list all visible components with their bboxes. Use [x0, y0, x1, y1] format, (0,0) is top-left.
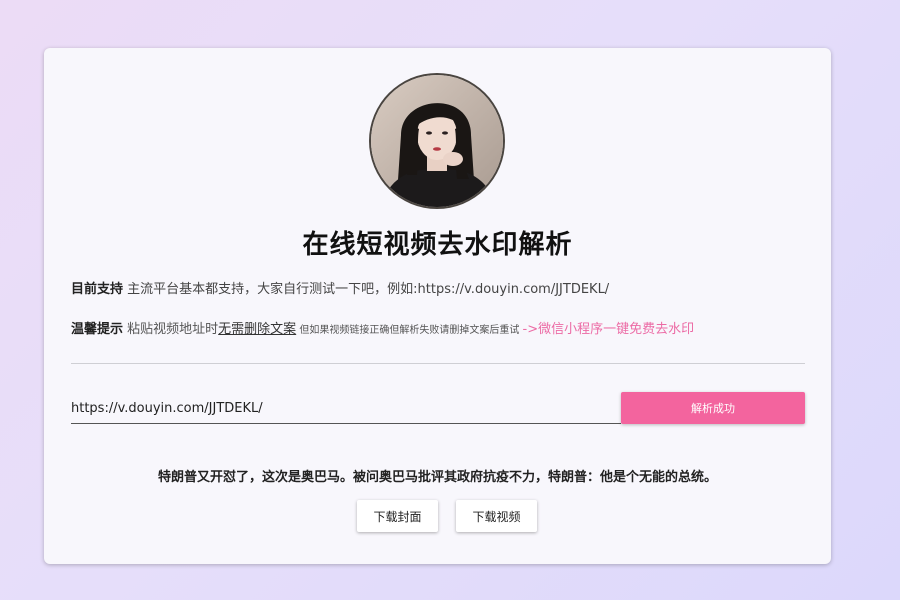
- download-video-button[interactable]: 下载视频: [456, 500, 537, 532]
- tip-small-text: 但如果视频链接正确但解析失败请删掉文案后重试: [296, 325, 523, 336]
- tip-text: 粘贴视频地址时: [123, 322, 219, 337]
- video-title: 特朗普又开怼了，这次是奥巴马。被问奥巴马批评其政府抗疫不力，特朗普：他是个无能的…: [157, 470, 717, 485]
- avatar: [371, 75, 503, 207]
- divider: [71, 363, 805, 364]
- tip-underline-text: 无需删除文案: [218, 322, 297, 337]
- miniprogram-link[interactable]: ->微信小程序一键免费去水印: [523, 322, 695, 337]
- main-card: 在线短视频去水印解析 目前支持 主流平台基本都支持，大家自行测试一下吧，例如:h…: [44, 48, 831, 564]
- support-info: 目前支持 主流平台基本都支持，大家自行测试一下吧，例如:https://v.do…: [71, 278, 811, 297]
- support-label: 目前支持: [71, 282, 124, 297]
- url-input[interactable]: [71, 393, 621, 424]
- support-text: 主流平台基本都支持，大家自行测试一下吧，例如:https://v.douyin.…: [123, 282, 610, 297]
- tip-label: 温馨提示: [71, 322, 124, 337]
- tip-info: 温馨提示 粘贴视频地址时无需删除文案 但如果视频链接正确但解析失败请删掉文案后重…: [71, 318, 811, 337]
- download-cover-button[interactable]: 下载封面: [357, 500, 438, 532]
- parse-button[interactable]: 解析成功: [621, 392, 805, 424]
- page-title: 在线短视频去水印解析: [302, 230, 573, 260]
- avatar-image: [371, 75, 503, 207]
